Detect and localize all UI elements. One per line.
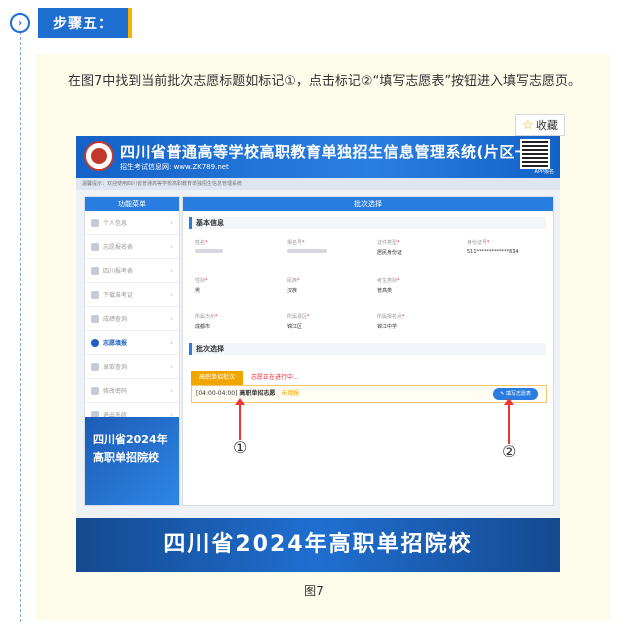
field-district: 所属县区* 锦江区 <box>287 314 310 330</box>
chevron-right-icon: › <box>170 242 173 251</box>
qr-label: APP报名 <box>534 169 554 175</box>
field-reg-point: 所属报名点* 锦江中学 <box>377 314 405 330</box>
instruction-text: 在图7中找到当前批次志愿标题如标记①，点击标记②“填写志愿表”按钮进入填写志愿页… <box>68 74 582 89</box>
panel-header: 批次选择 <box>183 197 553 211</box>
logo-icon <box>84 141 114 171</box>
chevron-right-icon: › <box>170 314 173 323</box>
marker-1: ① <box>233 438 248 457</box>
trophy-icon <box>91 314 99 323</box>
chevron-right-icon: › <box>170 266 173 275</box>
timeline-line <box>20 32 21 622</box>
blurred-value <box>195 249 223 253</box>
field-category: 考生类别* 普高类 <box>377 278 400 294</box>
tab-vocational-batch[interactable]: 高职单招批次 <box>191 371 244 385</box>
menu-item-application-form[interactable]: 志愿报名表 › <box>85 235 179 259</box>
batch-time: [04:00-04:00] <box>196 390 238 397</box>
chevron-right-icon: › <box>10 13 30 33</box>
batch-title: 高职单招志愿 <box>239 390 276 397</box>
bottom-banner: 四川省2024年高职单招院校 <box>76 518 560 572</box>
print-icon <box>91 266 99 275</box>
user-icon <box>91 218 99 227</box>
menu-header: 功能菜单 <box>85 197 179 211</box>
function-menu: 功能菜单 个人信息 › 志愿报名表 › 四川报考表 › 下载准考证 › 成绩查询 › 志愿… <box>84 196 180 506</box>
blurred-value <box>287 249 327 253</box>
batch-status: 未填报 <box>281 390 300 397</box>
star-icon: ☆ <box>522 117 534 133</box>
field-ethnicity: 民族* 汉族 <box>287 278 300 294</box>
qr-code-icon <box>520 139 550 169</box>
menu-item-change-password[interactable]: 修改密码 › <box>85 379 179 403</box>
chevron-right-icon: › <box>170 386 173 395</box>
system-title: 四川省普通高等学校高职教育单独招生信息管理系统(片区一) <box>120 143 538 161</box>
link-icon <box>91 386 99 395</box>
field-city: 所属市州* 成都市 <box>195 314 218 330</box>
figure-caption: 图7 <box>304 584 324 598</box>
arrow-up-icon <box>504 398 514 444</box>
field-id-number: 身份证号* 511*************834 <box>467 240 519 255</box>
heart-icon <box>91 338 99 347</box>
menu-item-volunteer-fill[interactable]: 志愿填报 › <box>85 331 179 355</box>
batch-select-title: 批次选择 <box>189 343 546 355</box>
edit-icon: ✎ <box>500 391 505 397</box>
system-banner: 四川省普通高等学校高职教育单独招生信息管理系统(片区一) 招生考试信息网: ww… <box>76 136 560 178</box>
field-id-type: 证件类型* 居民身份证 <box>377 240 403 256</box>
notice-bar: 温馨提示：欢迎使用四川省普通高等学校高职教育单独招生信息管理系统 <box>76 178 560 190</box>
field-gender: 性别* 男 <box>195 278 208 294</box>
menu-item-exam-form[interactable]: 四川报考表 › <box>85 259 179 283</box>
basic-info-title: 基本信息 <box>189 217 546 229</box>
chevron-right-icon: › <box>170 362 173 371</box>
field-name: 姓名* <box>195 239 223 255</box>
menu-item-admission-query[interactable]: 录取查询 › <box>85 355 179 379</box>
menu-item-score-query[interactable]: 成绩查询 › <box>85 307 179 331</box>
menu-item-admission-ticket[interactable]: 下载准考证 › <box>85 283 179 307</box>
chevron-right-icon: › <box>170 338 173 347</box>
menu-item-personal-info[interactable]: 个人信息 › <box>85 211 179 235</box>
figure-screenshot: 四川省普通高等学校高职教育单独招生信息管理系统(片区一) 招生考试信息网: ww… <box>76 136 560 572</box>
system-subtitle: 招生考试信息网: www.ZK789.net <box>120 163 229 171</box>
mail-icon <box>91 362 99 371</box>
fill-volunteer-button[interactable]: ✎ 填写志愿表 <box>493 388 538 400</box>
batch-tabs: 高职单招批次 志愿正在进行中... <box>191 371 307 385</box>
batch-panel: 批次选择 基本信息 姓名* 报名号* 证件类型* 居民身份证 身份证号* 511… <box>182 196 554 506</box>
download-icon <box>91 290 99 299</box>
field-reg-no: 报名号* <box>287 239 327 255</box>
menu-ad-banner[interactable]: 四川省2024年高职单招院校 <box>85 417 179 505</box>
marker-2: ② <box>502 442 517 461</box>
arrow-up-icon <box>235 398 245 440</box>
tab-in-progress[interactable]: 志愿正在进行中... <box>243 371 307 385</box>
favorite-label: 收藏 <box>535 119 558 132</box>
chevron-right-icon: › <box>170 290 173 299</box>
form-icon <box>91 242 99 251</box>
step-label: 步骤五： <box>38 8 132 38</box>
favorite-button[interactable]: ☆ 收藏 <box>515 114 565 136</box>
chevron-right-icon: › <box>170 218 173 227</box>
